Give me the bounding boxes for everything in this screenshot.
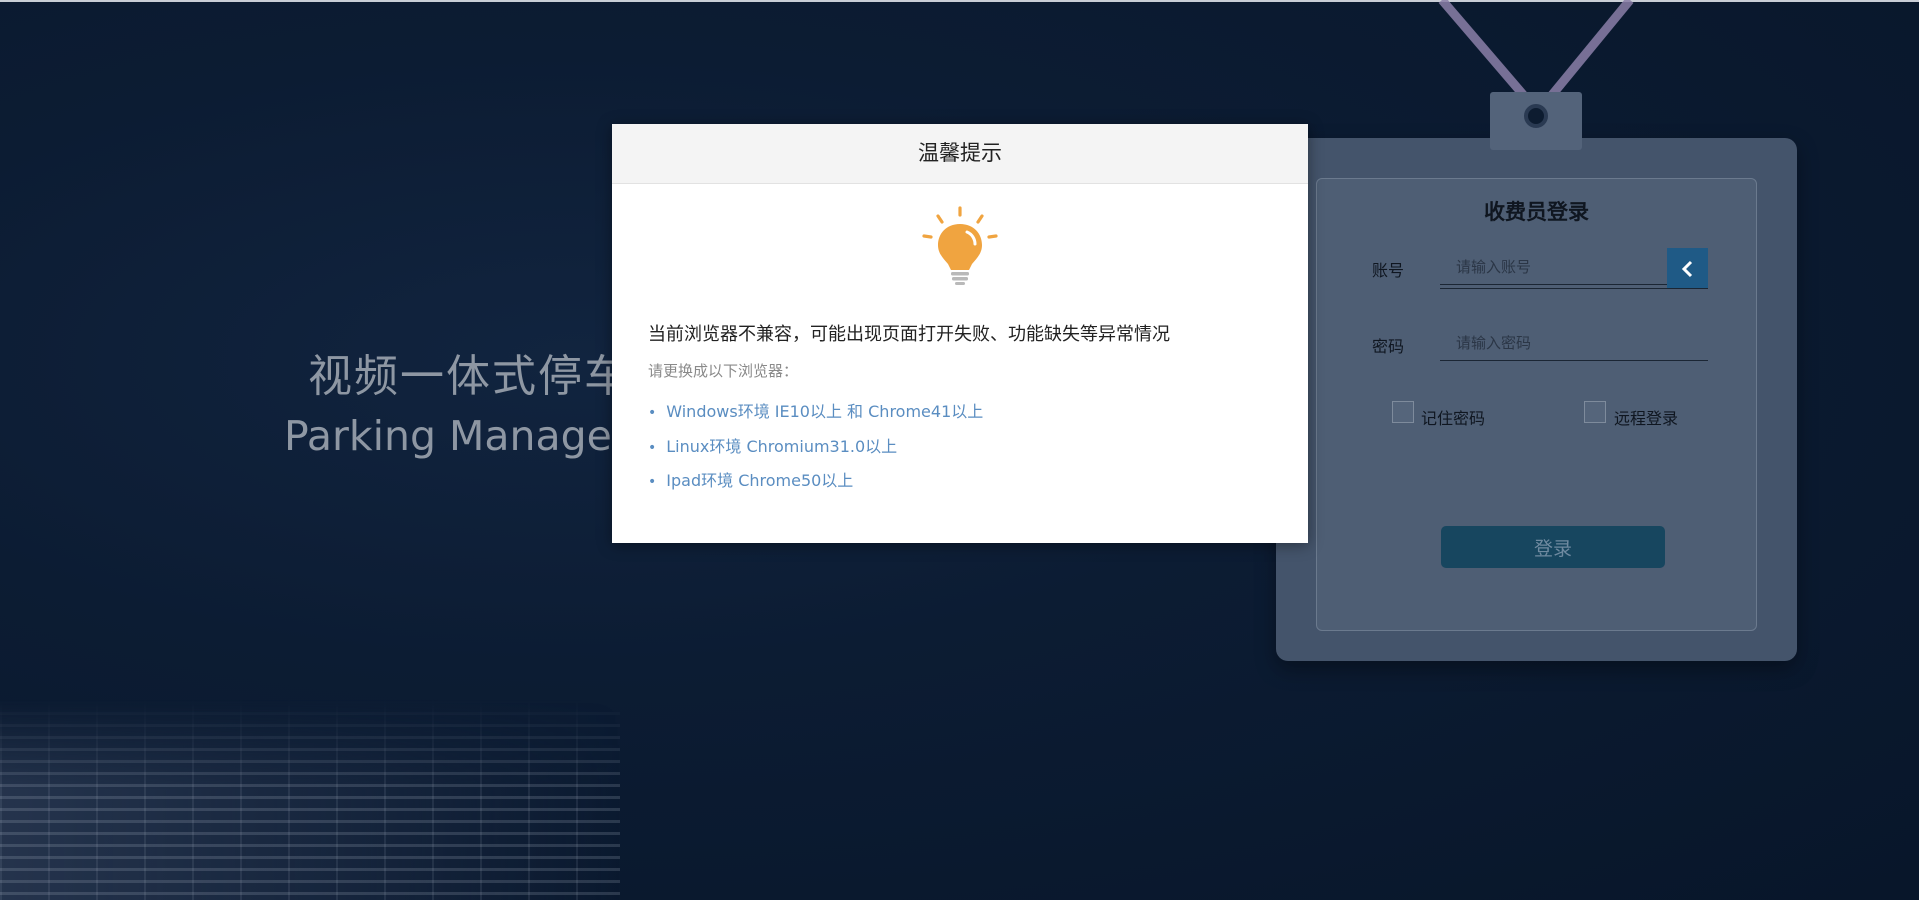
login-title: 收费员登录 (1484, 200, 1589, 224)
account-label: 账号 (1372, 261, 1405, 280)
browser-list: • Windows环境 IE10以上 和 Chrome41以上 • Linux环境 … (648, 400, 983, 504)
dialog-message: 当前浏览器不兼容，可能出现页面打开失败、功能缺失等异常情况 (648, 324, 1170, 345)
dialog-hint: 请更换成以下浏览器： (648, 362, 799, 380)
dialog-title: 温馨提示 (612, 124, 1308, 184)
remote-login-checkbox[interactable] (1584, 401, 1606, 423)
bullet-icon: • (648, 405, 657, 421)
password-label: 密码 (1372, 337, 1405, 356)
chevron-left-icon (1681, 260, 1692, 277)
account-dropdown-button[interactable] (1667, 248, 1708, 289)
hero-title: 视频一体式停车 (308, 351, 630, 402)
remember-password-label: 记住密码 (1421, 409, 1486, 428)
remote-login-label: 远程登录 (1614, 409, 1679, 428)
list-item: • Ipad环境 Chrome50以上 (648, 471, 854, 490)
parking-lot-image (0, 700, 620, 900)
lightbulb-icon (922, 206, 998, 285)
hero-subtitle: Parking Manager (284, 412, 629, 460)
login-button[interactable]: 登录 (1441, 526, 1665, 568)
badge-clip-hole (1524, 104, 1548, 128)
remember-password-checkbox[interactable] (1392, 401, 1414, 423)
account-input[interactable] (1440, 249, 1668, 285)
bullet-icon: • (648, 474, 657, 490)
list-item: • Windows环境 IE10以上 和 Chrome41以上 (648, 402, 984, 421)
account-underline (1440, 288, 1708, 289)
bullet-icon: • (648, 439, 657, 456)
browser-warning-dialog: 温馨提示 当前浏览器不兼容，可能出现页面打开失败、功能缺失等异常情况 请更换成以… (612, 124, 1308, 543)
password-input[interactable] (1440, 325, 1708, 361)
list-item: • Linux环境 Chromium31.0以上 (648, 436, 898, 456)
